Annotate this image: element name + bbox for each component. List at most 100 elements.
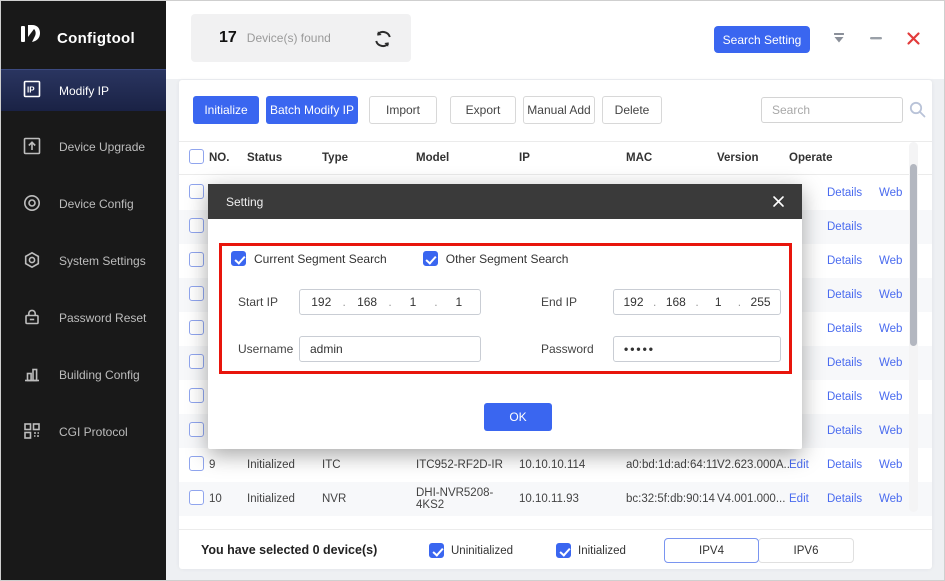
web-link[interactable]: Web xyxy=(879,357,902,369)
header-operate: Operate xyxy=(789,152,827,164)
start-ip-octet-3[interactable]: 1 xyxy=(392,295,435,309)
web-link[interactable]: Web xyxy=(879,425,902,437)
sidebar-item-system-settings[interactable]: System Settings xyxy=(1,240,166,282)
selection-summary: You have selected 0 device(s) xyxy=(201,543,377,557)
sidebar-item-label: Modify IP xyxy=(59,84,109,98)
end-ip-octet-2[interactable]: 168 xyxy=(656,295,695,309)
start-ip-input[interactable]: 192 . 168 . 1 . 1 xyxy=(299,289,481,315)
batch-modify-ip-button[interactable]: Batch Modify IP xyxy=(266,96,358,124)
username-label: Username xyxy=(238,342,293,356)
cell-model: ITC952-RF2D-IR xyxy=(416,459,519,471)
search-setting-button[interactable]: Search Setting xyxy=(714,26,810,53)
sidebar-item-label: System Settings xyxy=(59,254,146,268)
details-link[interactable]: Details xyxy=(827,425,862,437)
web-link[interactable]: Web xyxy=(879,289,902,301)
uninitialized-label: Uninitialized xyxy=(451,545,513,557)
row-checkbox[interactable] xyxy=(189,184,204,199)
cell-type: NVR xyxy=(322,493,416,505)
search-icon[interactable] xyxy=(909,101,926,123)
row-checkbox[interactable] xyxy=(189,252,204,267)
uninitialized-checkbox[interactable] xyxy=(429,543,444,558)
web-link[interactable]: Web xyxy=(879,323,902,335)
details-link[interactable]: Details xyxy=(827,323,862,335)
sidebar-item-modify-ip[interactable]: IP Modify IP xyxy=(1,69,166,111)
credentials-row: Username Password xyxy=(208,336,802,362)
manual-add-button[interactable]: Manual Add xyxy=(523,96,595,124)
cell-no: 10 xyxy=(209,493,247,505)
sidebar-item-label: Device Config xyxy=(59,197,134,211)
details-link[interactable]: Details xyxy=(827,459,862,471)
device-count-pill: 17 Device(s) found xyxy=(191,14,411,62)
password-label: Password xyxy=(541,342,594,356)
details-link[interactable]: Details xyxy=(827,187,862,199)
end-ip-octet-1[interactable]: 192 xyxy=(614,295,653,309)
details-link[interactable]: Details xyxy=(827,391,862,403)
ipv4-button[interactable]: IPV4 xyxy=(664,538,759,563)
row-checkbox[interactable] xyxy=(189,388,204,403)
initialize-button[interactable]: Initialize xyxy=(193,96,259,124)
export-button[interactable]: Export xyxy=(450,96,516,124)
dropdown-caret-icon[interactable] xyxy=(830,29,848,47)
sidebar-item-label: CGI Protocol xyxy=(59,425,128,439)
sidebar-item-device-upgrade[interactable]: Device Upgrade xyxy=(1,126,166,168)
row-checkbox[interactable] xyxy=(189,354,204,369)
end-ip-octet-3[interactable]: 1 xyxy=(699,295,738,309)
details-link[interactable]: Details xyxy=(827,493,862,505)
edit-link[interactable]: Edit xyxy=(789,459,809,471)
cell-ip: 10.10.11.93 xyxy=(519,493,626,505)
details-link[interactable]: Details xyxy=(827,255,862,267)
sidebar-item-cgi-protocol[interactable]: CGI Protocol xyxy=(1,411,166,453)
other-segment-checkbox[interactable] xyxy=(423,251,438,266)
edit-link[interactable]: Edit xyxy=(789,493,809,505)
details-link[interactable]: Details xyxy=(827,289,862,301)
details-link[interactable]: Details xyxy=(827,357,862,369)
modal-close-icon[interactable] xyxy=(770,194,786,210)
current-segment-checkbox[interactable] xyxy=(231,251,246,266)
configtool-window: Configtool IP Modify IP xyxy=(0,0,945,581)
end-ip-label: End IP xyxy=(541,295,577,309)
row-checkbox[interactable] xyxy=(189,490,204,505)
start-ip-octet-4[interactable]: 1 xyxy=(438,295,481,309)
refresh-icon[interactable] xyxy=(373,29,393,49)
import-button[interactable]: Import xyxy=(369,96,437,124)
row-checkbox[interactable] xyxy=(189,422,204,437)
end-ip-input[interactable]: 192 . 168 . 1 . 255 xyxy=(613,289,781,315)
start-ip-octet-1[interactable]: 192 xyxy=(300,295,343,309)
search-input[interactable] xyxy=(761,97,903,123)
row-checkbox[interactable] xyxy=(189,218,204,233)
header-no: NO. xyxy=(209,152,247,164)
segment-search-row: Current Segment Search Other Segment Sea… xyxy=(231,251,582,266)
select-all-checkbox[interactable] xyxy=(189,149,204,164)
sidebar-item-building-config[interactable]: Building Config xyxy=(1,354,166,396)
sidebar-item-device-config[interactable]: Device Config xyxy=(1,183,166,225)
header-version: Version xyxy=(717,152,789,164)
start-ip-octet-2[interactable]: 168 xyxy=(346,295,389,309)
close-window-icon[interactable] xyxy=(904,29,922,47)
web-link[interactable]: Web xyxy=(879,187,902,199)
web-link[interactable]: Web xyxy=(879,493,902,505)
username-input[interactable] xyxy=(299,336,481,362)
details-link[interactable]: Details xyxy=(827,221,862,233)
modal-title: Setting xyxy=(226,195,263,209)
initialized-checkbox[interactable] xyxy=(556,543,571,558)
brand-name: Configtool xyxy=(57,30,135,47)
delete-button[interactable]: Delete xyxy=(602,96,662,124)
other-segment-label: Other Segment Search xyxy=(446,252,569,266)
web-link[interactable]: Web xyxy=(879,459,902,471)
password-input[interactable] xyxy=(613,336,781,362)
web-link[interactable]: Web xyxy=(879,255,902,267)
ok-button[interactable]: OK xyxy=(484,403,552,431)
web-link[interactable]: Web xyxy=(879,391,902,403)
end-ip-octet-4[interactable]: 255 xyxy=(741,295,780,309)
ipv6-button[interactable]: IPV6 xyxy=(758,538,854,563)
svg-text:IP: IP xyxy=(27,86,35,95)
row-checkbox[interactable] xyxy=(189,286,204,301)
sidebar-item-label: Password Reset xyxy=(59,311,146,325)
row-checkbox[interactable] xyxy=(189,320,204,335)
sidebar-item-password-reset[interactable]: Password Reset xyxy=(1,297,166,339)
cell-mac: a0:bd:1d:ad:64:11 xyxy=(626,459,717,471)
minimize-icon[interactable] xyxy=(867,29,885,47)
row-checkbox[interactable] xyxy=(189,456,204,471)
cell-model: DHI-NVR5208-4KS2 xyxy=(416,487,519,511)
scrollbar-thumb[interactable] xyxy=(910,164,917,346)
